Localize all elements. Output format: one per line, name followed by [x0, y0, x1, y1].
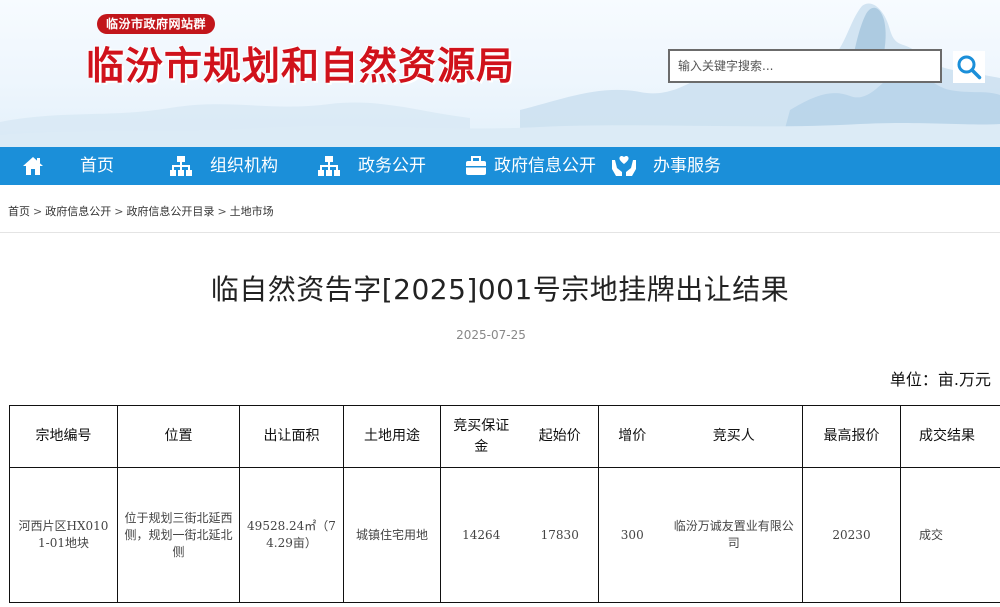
column-header: 增价 — [598, 405, 666, 468]
search-box — [668, 49, 942, 83]
breadcrumb-item-gov-info[interactable]: 政府信息公开 — [45, 203, 111, 219]
site-header: 临汾市政府网站群 临汾市规划和自然资源局 — [0, 0, 1000, 147]
org-chart-icon — [318, 156, 340, 176]
briefcase-icon — [466, 156, 486, 175]
breadcrumb-separator: > — [114, 204, 124, 218]
cell-land-use: 城镇住宅用地 — [343, 467, 441, 603]
auction-result-table: 宗地编号 位置 出让面积 土地用途 竞买保证金 起始价 增价 竞买人 最高报价 … — [9, 405, 1000, 603]
cell-start-price: 17830 — [521, 467, 599, 603]
nav-item-label: 首页 — [80, 156, 114, 176]
publish-date: 2025-07-25 — [456, 328, 526, 342]
nav-item-label: 政务公开 — [358, 156, 426, 176]
search-button[interactable] — [953, 51, 985, 83]
main-nav: 首页 组织机构 政务公开 政府信息公开 办事服务 — [0, 147, 1000, 185]
breadcrumb-item-gov-info-catalog[interactable]: 政府信息公开目录 — [126, 203, 214, 219]
cell-bidder: 临汾万诚友置业有限公司 — [665, 467, 803, 603]
search-input[interactable] — [670, 51, 942, 81]
hands-icon — [612, 155, 636, 176]
column-header: 竞买保证金 — [440, 405, 522, 468]
breadcrumb-item-land-market[interactable]: 土地市场 — [230, 203, 274, 219]
table-row: 河西片区HX0101-01地块 位于规划三街北延西侧，规划一街北延北侧 4952… — [9, 467, 1000, 603]
breadcrumb-item-home[interactable]: 首页 — [8, 203, 30, 219]
nav-item-label: 组织机构 — [210, 156, 278, 176]
nav-item-organization[interactable]: 组织机构 — [170, 147, 278, 185]
column-header: 宗地编号 — [9, 405, 118, 468]
home-icon — [23, 157, 43, 175]
column-header: 出让面积 — [239, 405, 344, 468]
breadcrumb-divider — [0, 232, 1000, 233]
breadcrumb-separator: > — [217, 204, 227, 218]
nav-item-gov-info[interactable]: 政府信息公开 — [465, 147, 596, 185]
column-header: 竞买人 — [665, 405, 803, 468]
nav-item-home[interactable]: 首页 — [22, 147, 114, 185]
column-header: 成交结果 — [900, 405, 1000, 468]
nav-item-gov-affairs[interactable]: 政务公开 — [318, 147, 426, 185]
cell-result: 成交 — [900, 467, 1000, 603]
unit-note: 单位：亩.万元 — [889, 370, 991, 389]
page-title: 临自然资告字[2025]001号宗地挂牌出让结果 — [210, 273, 790, 306]
column-header: 位置 — [117, 405, 240, 468]
column-header: 起始价 — [521, 405, 599, 468]
cell-location: 位于规划三街北延西侧，规划一街北延北侧 — [117, 467, 240, 603]
site-title[interactable]: 临汾市规划和自然资源局 — [86, 40, 515, 92]
nav-item-label: 政府信息公开 — [494, 156, 596, 176]
cell-parcel-id: 河西片区HX0101-01地块 — [9, 467, 118, 603]
cell-increment: 300 — [598, 467, 666, 603]
breadcrumb: 首页 > 政府信息公开 > 政府信息公开目录 > 土地市场 — [8, 203, 274, 219]
org-chart-icon — [170, 156, 192, 176]
table-header-row: 宗地编号 位置 出让面积 土地用途 竞买保证金 起始价 增价 竞买人 最高报价 … — [9, 405, 1000, 468]
search-icon — [957, 55, 982, 80]
breadcrumb-separator: > — [33, 204, 43, 218]
cell-area: 49528.24㎡（74.29亩） — [239, 467, 344, 603]
nav-item-label: 办事服务 — [653, 156, 721, 176]
column-header: 土地用途 — [343, 405, 441, 468]
column-header: 最高报价 — [802, 405, 901, 468]
nav-item-services[interactable]: 办事服务 — [611, 147, 721, 185]
cell-deposit: 14264 — [440, 467, 522, 603]
site-group-tag[interactable]: 临汾市政府网站群 — [97, 14, 216, 34]
cell-highest-bid: 20230 — [802, 467, 901, 603]
